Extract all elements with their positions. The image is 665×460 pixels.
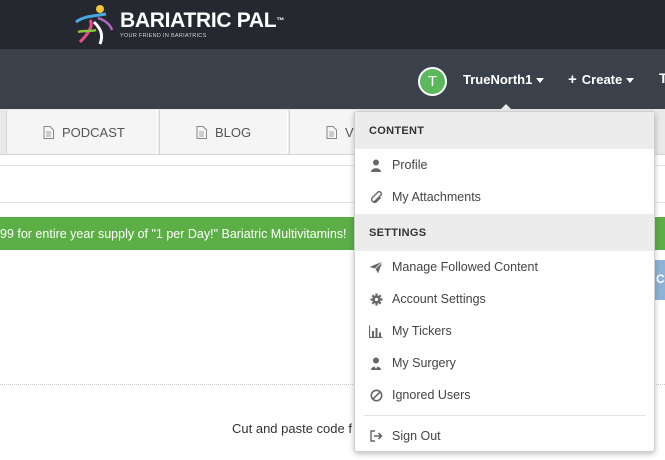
bar-chart-icon <box>369 324 383 338</box>
content-section-header: CONTENT <box>355 112 654 149</box>
menu-divider <box>364 415 646 416</box>
menu-item-my-surgery[interactable]: My Surgery <box>355 348 654 378</box>
nav-bar <box>0 50 665 109</box>
paperclip-icon <box>369 190 383 204</box>
brand-tagline: YOUR FRIEND IN BARIATRICS <box>120 32 207 39</box>
menu-item-ignored-users[interactable]: Ignored Users <box>355 380 654 410</box>
document-icon <box>326 125 337 139</box>
tab-label: V <box>345 124 354 140</box>
document-icon <box>43 125 54 139</box>
nav-item-partial[interactable]: T <box>659 70 665 86</box>
sign-out-icon <box>369 429 383 443</box>
menu-item-label: Account Settings <box>392 292 486 306</box>
menu-item-manage-followed-content[interactable]: Manage Followed Content <box>355 252 654 282</box>
chevron-down-icon <box>536 78 545 83</box>
plus-icon: + <box>568 71 577 88</box>
tab-label: PODCAST <box>62 124 125 140</box>
user-icon <box>369 158 383 172</box>
site-header: BARIATRIC PAL™ YOUR FRIEND IN BARIATRICS <box>0 0 665 50</box>
menu-item-my-tickers[interactable]: My Tickers <box>355 316 654 346</box>
logo-figure-icon <box>75 5 114 45</box>
chevron-down-icon <box>626 78 635 83</box>
tab-blog[interactable]: BLOG <box>159 110 288 154</box>
tab-podcast[interactable]: PODCAST <box>6 110 158 154</box>
brand-name: BARIATRIC PAL™ <box>120 8 285 32</box>
gear-icon <box>369 292 383 306</box>
menu-item-label: Profile <box>392 158 428 172</box>
tab-label: BLOG <box>215 124 252 140</box>
menu-item-label: Manage Followed Content <box>392 260 538 274</box>
menu-item-sign-out[interactable]: Sign Out <box>355 421 654 451</box>
user-menu-toggle[interactable]: TrueNorth1 <box>463 72 545 87</box>
menu-item-label: My Surgery <box>392 356 456 370</box>
paper-plane-icon <box>369 260 383 274</box>
user-avatar[interactable]: T <box>418 67 447 96</box>
ban-icon <box>369 388 383 402</box>
menu-item-my-attachments[interactable]: My Attachments <box>355 182 654 212</box>
menu-item-label: My Tickers <box>392 324 452 338</box>
settings-section-header: SETTINGS <box>355 214 654 251</box>
user-dropdown-menu: CONTENT Profile My Attachments SETTINGS … <box>354 111 655 452</box>
username-label: TrueNorth1 <box>463 72 533 87</box>
brand-logo[interactable]: BARIATRIC PAL™ YOUR FRIEND IN BARIATRICS <box>70 2 284 46</box>
menu-item-label: Sign Out <box>392 429 441 443</box>
document-icon <box>196 125 207 139</box>
menu-item-profile[interactable]: Profile <box>355 150 654 180</box>
promo-text: 99 for entire year supply of "1 per Day!… <box>0 226 347 241</box>
tab-partial[interactable]: V <box>289 110 359 154</box>
create-menu-button[interactable]: + Create <box>568 71 635 88</box>
create-label: Create <box>581 72 623 87</box>
doctor-icon <box>369 356 383 370</box>
embed-code-label: Cut and paste code f <box>232 421 352 436</box>
menu-item-label: Ignored Users <box>392 388 471 402</box>
menu-item-account-settings[interactable]: Account Settings <box>355 284 654 314</box>
menu-item-label: My Attachments <box>392 190 481 204</box>
